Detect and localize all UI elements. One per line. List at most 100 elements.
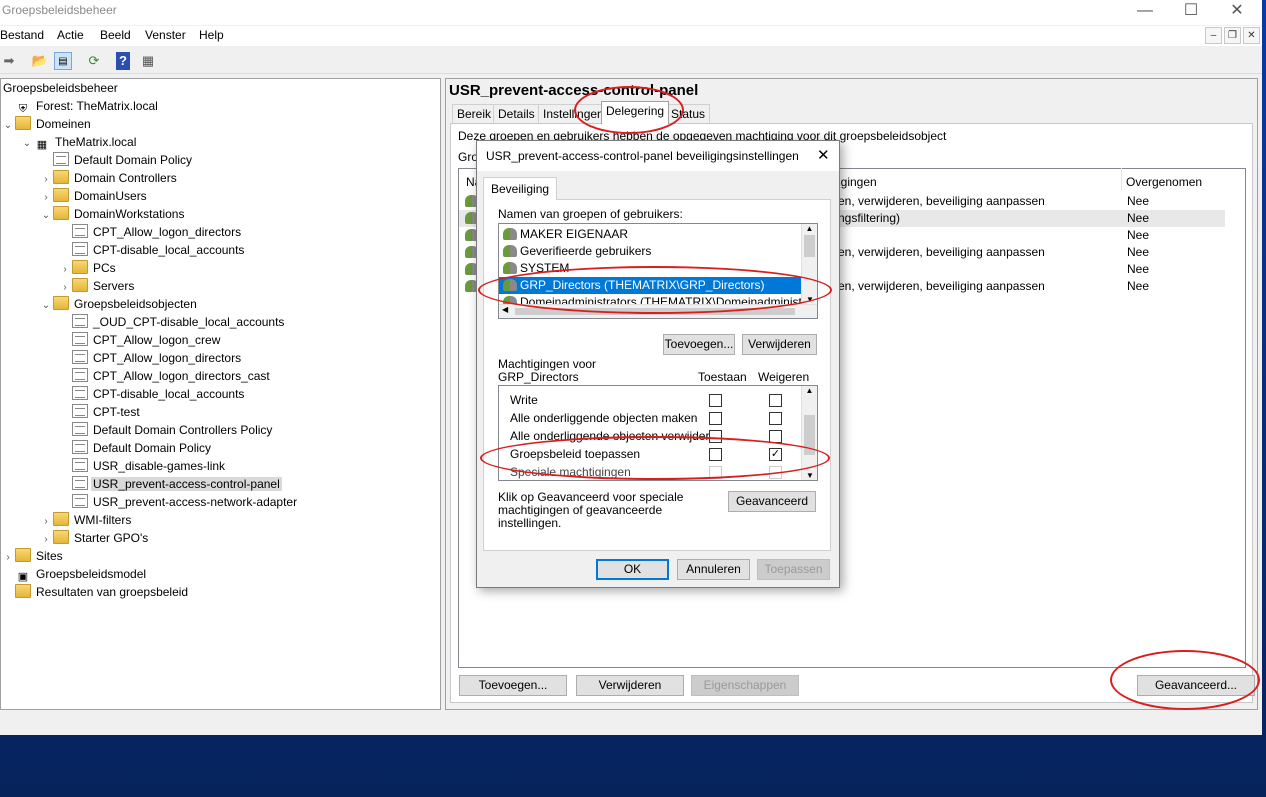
tree-node[interactable]: › Domain Controllers	[1, 169, 440, 187]
folder-icon	[53, 512, 69, 526]
tree-node[interactable]: Groepsbeleidsbeheer	[1, 79, 440, 97]
tab-details[interactable]: Details	[493, 104, 540, 123]
tree-node[interactable]: › WMI-filters	[1, 511, 440, 529]
tree-node[interactable]: CPT-disable_local_accounts	[1, 241, 440, 259]
user-item[interactable]: Geverifieerde gebruikers	[499, 243, 801, 260]
tree-node-label: USR_prevent-access-network-adapter	[93, 495, 298, 509]
tree-node[interactable]: _OUD_CPT-disable_local_accounts	[1, 313, 440, 331]
tab-beveiliging[interactable]: Beveiliging	[483, 177, 558, 200]
permission-row: Alle onderliggende objecten maken	[499, 409, 803, 427]
tree-node[interactable]: USR_prevent-access-network-adapter	[1, 493, 440, 511]
forest-icon: ⛨	[18, 103, 28, 115]
tree-node[interactable]: › Servers	[1, 277, 440, 295]
tree-node-label: CPT_Allow_logon_directors_cast	[93, 369, 270, 383]
help-icon[interactable]: ?	[116, 52, 130, 70]
tree-list: Groepsbeleidsbeheer ⛨ Forest: TheMatrix.lo…	[1, 79, 440, 601]
dialog-title: USR_prevent-access-control-panel beveili…	[486, 149, 799, 163]
close-button[interactable]: ✕	[1214, 0, 1260, 25]
user-item[interactable]: MAKER EIGENAAR	[499, 226, 801, 243]
user-group-icon	[503, 228, 517, 240]
tree-node[interactable]: CPT-disable_local_accounts	[1, 385, 440, 403]
tree-node[interactable]: USR_prevent-access-control-panel	[1, 475, 440, 493]
tree-node[interactable]: CPT-test	[1, 403, 440, 421]
tree-node[interactable]: › Starter GPO's	[1, 529, 440, 547]
users-add-button[interactable]: Toevoegen...	[663, 334, 735, 355]
tree-node[interactable]: ⌄ Groepsbeleidsobjecten	[1, 295, 440, 313]
tree-node[interactable]: Default Domain Controllers Policy	[1, 421, 440, 439]
tree-node-label: USR_prevent-access-control-panel	[91, 477, 282, 491]
dialog-ok-button[interactable]: OK	[596, 559, 669, 580]
collapse-chevron-icon[interactable]: ⌄	[20, 135, 34, 153]
row-inherited: Nee	[1127, 262, 1150, 276]
tree-node-label: WMI-filters	[74, 513, 132, 527]
tree-node-label: CPT-test	[93, 405, 140, 419]
deny-checkbox[interactable]	[769, 394, 782, 407]
tree-node-label: DomainWorkstations	[74, 207, 185, 221]
annotation-oval-apply-policy	[480, 436, 830, 480]
menu-bestand[interactable]: Bestand	[0, 28, 44, 42]
tree-node[interactable]: ⛨ Forest: TheMatrix.local	[1, 97, 440, 115]
col-permissions-header[interactable]: igingen	[838, 175, 877, 189]
tree-node[interactable]: ⌄ DomainWorkstations	[1, 205, 440, 223]
back-arrow-icon[interactable]: ➡	[0, 52, 18, 70]
tree-node[interactable]: ▣ Groepsbeleidsmodel	[1, 565, 440, 583]
tree-node-label: Groepsbeleidsbeheer	[3, 81, 118, 95]
folder-up-icon[interactable]: 📂	[31, 52, 49, 70]
tree-node[interactable]: CPT_Allow_logon_crew	[1, 331, 440, 349]
collapse-chevron-icon[interactable]: ⌄	[39, 297, 53, 315]
dialog-cancel-button[interactable]: Annuleren	[677, 559, 750, 580]
tree-node[interactable]: CPT_Allow_logon_directors	[1, 223, 440, 241]
tree-node-label: Groepsbeleidsmodel	[36, 567, 147, 581]
refresh-icon[interactable]: ⟳	[85, 52, 103, 70]
tree-node[interactable]: ⌄ ▦ TheMatrix.local	[1, 133, 440, 151]
tab-bereik[interactable]: Bereik	[452, 104, 497, 123]
deny-checkbox[interactable]	[769, 412, 782, 425]
col-inherited-header[interactable]: Overgenomen	[1126, 175, 1202, 189]
tree-node[interactable]: › DomainUsers	[1, 187, 440, 205]
gpo-document-icon	[72, 404, 88, 418]
tree-node[interactable]: CPT_Allow_logon_directors	[1, 349, 440, 367]
title-bar: Groepsbeleidsbeheer — ☐ ✕	[0, 0, 1262, 25]
menu-venster[interactable]: Venster	[145, 28, 186, 42]
folder-icon	[53, 206, 69, 220]
maximize-button[interactable]: ☐	[1168, 0, 1214, 25]
mdi-close-button[interactable]: ✕	[1243, 27, 1260, 44]
tree-node[interactable]: ⌄ Domeinen	[1, 115, 440, 133]
dialog-advanced-button[interactable]: Geavanceerd	[728, 491, 816, 512]
collapse-chevron-icon[interactable]: ⌄	[39, 207, 53, 225]
gpo-document-icon	[72, 314, 88, 328]
users-remove-button[interactable]: Verwijderen	[742, 334, 817, 355]
tree-node[interactable]: Default Domain Policy	[1, 151, 440, 169]
mdi-minimize-button[interactable]: –	[1205, 27, 1222, 44]
gpo-document-icon	[72, 224, 88, 238]
dialog-close-icon[interactable]: ✕	[817, 146, 830, 164]
permission-row: Write	[499, 391, 803, 409]
minimize-button[interactable]: —	[1122, 0, 1168, 25]
tree-node[interactable]: › Sites	[1, 547, 440, 565]
allow-checkbox[interactable]	[709, 394, 722, 407]
tree-node[interactable]: Resultaten van groepsbeleid	[1, 583, 440, 601]
tree-node[interactable]: Default Domain Policy	[1, 439, 440, 457]
tree-node[interactable]: CPT_Allow_logon_directors_cast	[1, 367, 440, 385]
delegation-properties-button[interactable]: Eigenschappen	[691, 675, 799, 696]
menu-beeld[interactable]: Beeld	[100, 28, 131, 42]
tree-node[interactable]: USR_disable-games-link	[1, 457, 440, 475]
delegation-add-button[interactable]: Toevoegen...	[459, 675, 567, 696]
properties-icon[interactable]: ▦	[139, 52, 157, 70]
tree-node[interactable]: › PCs	[1, 259, 440, 277]
folder-icon	[53, 170, 69, 184]
menu-help[interactable]: Help	[199, 28, 224, 42]
collapse-chevron-icon[interactable]: ⌄	[1, 117, 15, 135]
tree-node-label: Servers	[93, 279, 135, 293]
annotation-oval-advanced	[1110, 650, 1260, 710]
mdi-restore-button[interactable]: ❐	[1224, 27, 1241, 44]
gpo-document-icon	[72, 368, 88, 382]
menu-actie[interactable]: Actie	[57, 28, 84, 42]
folder-icon	[53, 296, 69, 310]
tree-node-label: CPT-disable_local_accounts	[93, 387, 245, 401]
show-tree-icon[interactable]: ▤	[54, 52, 72, 70]
delegation-remove-button[interactable]: Verwijderen	[576, 675, 684, 696]
tree-node-label: Starter GPO's	[74, 531, 149, 545]
allow-checkbox[interactable]	[709, 412, 722, 425]
dialog-apply-button[interactable]: Toepassen	[757, 559, 830, 580]
